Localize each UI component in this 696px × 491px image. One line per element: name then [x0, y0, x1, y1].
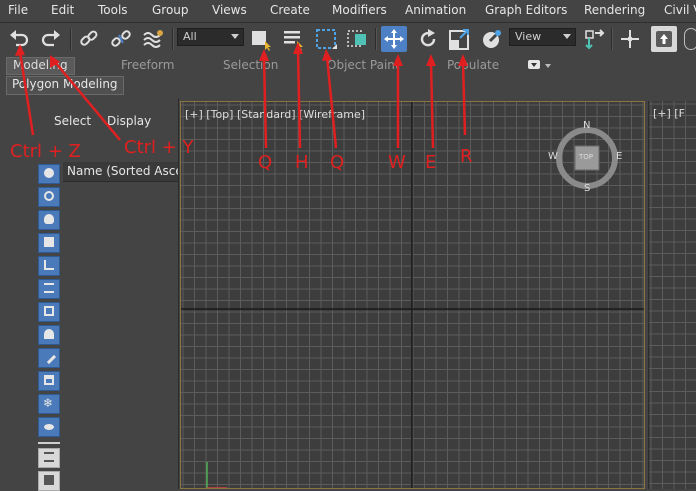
annotation-arrows — [15, 42, 468, 149]
annotation-redo-shortcut: Ctrl + Y — [124, 137, 194, 158]
annotation-region-shortcut: Q — [330, 152, 345, 173]
annotation-rotate-shortcut: E — [425, 152, 437, 173]
annotation-select-shortcut: Q — [258, 152, 273, 173]
annotation-scale-shortcut: R — [460, 146, 473, 167]
annotation-select-by-name-shortcut: H — [295, 152, 309, 173]
annotation-move-shortcut: W — [388, 152, 406, 173]
annotation-undo-shortcut: Ctrl + Z — [10, 141, 81, 162]
